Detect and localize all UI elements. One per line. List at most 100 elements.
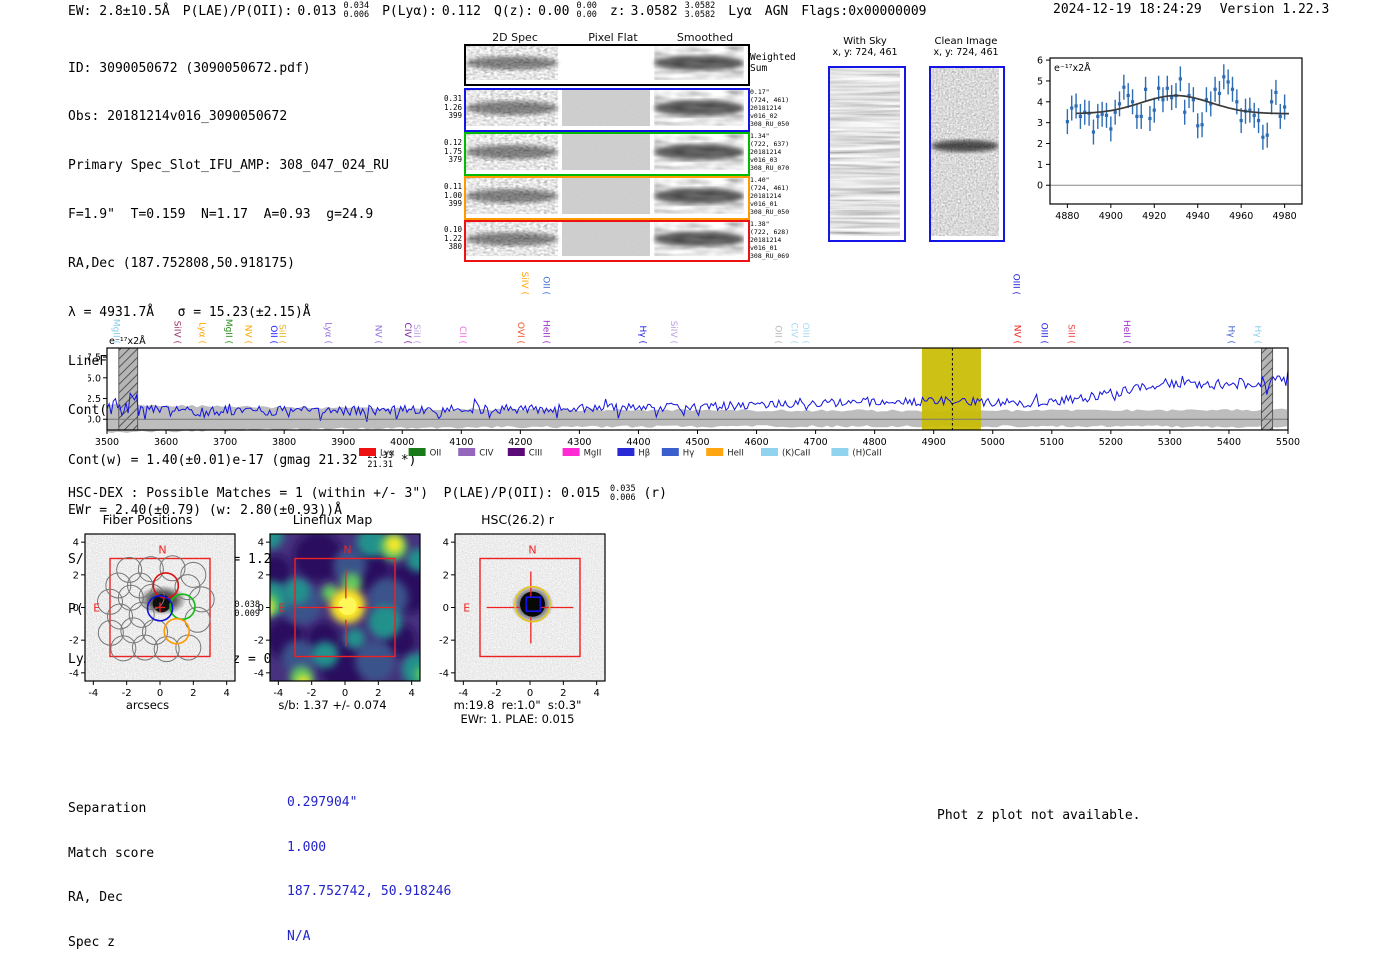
info-seeing: F=1.9" T=0.159 N=1.17 A=0.93 g=24.9 [68, 207, 374, 223]
svg-text:-4: -4 [439, 668, 449, 679]
svg-text:-2: -2 [254, 636, 264, 647]
svg-text:4400: 4400 [626, 437, 650, 448]
plae-poii-group: P(LAE)/P(OII): 0.013 0.034 0.006 [182, 1, 369, 21]
fiber1-weights: 0.31 1.26 399 [443, 94, 462, 121]
flags-value: Flags:0x00000009 [801, 3, 927, 19]
svg-text:4900: 4900 [1099, 211, 1123, 222]
svg-text:MgII: MgII [584, 449, 602, 459]
info-obs: Obs: 20181214v016_3090050672 [68, 109, 288, 125]
spec2d-row-fiber2 [464, 132, 750, 176]
svg-text:5100: 5100 [1040, 437, 1064, 448]
svg-text:4: 4 [73, 538, 79, 549]
svg-text:4100: 4100 [449, 437, 473, 448]
fiber1-annotation: 0.17" (724, 461) 20181214 v016_02 308_RU_050 [750, 88, 790, 128]
lineflux-caption: s/b: 1.37 +/- 0.074 [278, 698, 387, 712]
svg-text:4: 4 [1037, 97, 1043, 108]
svg-text:HeII: HeII [727, 449, 744, 459]
agn-flag: AGN [764, 3, 789, 19]
svg-text:5200: 5200 [1099, 437, 1123, 448]
weighted-sum-label: Weighted Sum [750, 52, 796, 74]
hsc-caption-2: EWr: 1. PLAE: 0.015 [460, 712, 575, 726]
svg-text:2: 2 [258, 570, 264, 581]
svg-text:NV (: NV ( [243, 325, 253, 344]
fiber-positions-title: Fiber Positions [102, 512, 193, 527]
svg-text:5400: 5400 [1217, 437, 1241, 448]
spec2d-row-fiber3 [464, 176, 750, 220]
svg-text:4980: 4980 [1273, 211, 1297, 222]
svg-text:e⁻¹⁷x2Å: e⁻¹⁷x2Å [1054, 62, 1091, 74]
svg-text:4800: 4800 [863, 437, 887, 448]
svg-text:Lyα: Lyα [380, 449, 395, 459]
svg-text:E: E [463, 602, 470, 615]
header-summary-line: EW: 2.8±10.5Å P(LAE)/P(OII): 0.013 0.034… [68, 1, 927, 21]
line-fit-inset-plot: 4880 4900 4920 4940 4960 4980 0 1 2 3 4 5 6 e⁻¹⁷x2Å [1037, 56, 1303, 222]
spec2d-header-smoothed: Smoothed [676, 31, 734, 44]
svg-text:Hγ (: Hγ ( [1252, 326, 1262, 344]
svg-text:OIII (: OIII ( [1010, 274, 1020, 295]
svg-text:0: 0 [1037, 181, 1043, 192]
fiber4-weights: 0.10 1.22 380 [443, 225, 462, 252]
svg-text:SiII (: SiII ( [411, 324, 421, 344]
svg-text:4600: 4600 [744, 437, 768, 448]
svg-text:6: 6 [1037, 56, 1043, 67]
svg-text:OIII (: OIII ( [1039, 323, 1049, 344]
ew-value: EW: 2.8±10.5Å [68, 3, 170, 19]
fiber-positions-plot: NE-4-4-2-2002244 [69, 533, 236, 699]
svg-text:0.0: 0.0 [88, 415, 101, 426]
fiber2-annotation: 1.34" (722, 637) 20181214 v016_03 308_RU_070 [750, 132, 790, 172]
with-sky-coords: x, y: 724, 461 [832, 47, 898, 58]
svg-text:5.0: 5.0 [88, 373, 101, 384]
svg-text:-4: -4 [69, 668, 79, 679]
svg-text:N: N [343, 544, 351, 557]
svg-text:(K)CaII: (K)CaII [782, 449, 810, 459]
with-sky-title: With Sky [843, 36, 887, 47]
clean-image-title: Clean Image [934, 36, 998, 47]
spec2d-row-fiber4 [464, 220, 750, 262]
svg-text:4920: 4920 [1142, 211, 1166, 222]
svg-text:NV (: NV ( [373, 325, 383, 344]
match-separation: 0.297904" [287, 794, 358, 810]
svg-text:CIII: CIII [529, 449, 542, 459]
svg-text:Hβ: Hβ [638, 449, 650, 459]
svg-text:3700: 3700 [213, 437, 237, 448]
svg-text:3800: 3800 [272, 437, 296, 448]
svg-text:MgII (: MgII ( [111, 319, 121, 344]
hsc-caption-1: m:19.8 re:1.0" s:0.3" [453, 698, 582, 712]
svg-text:OII (: OII ( [540, 276, 550, 295]
plae-poii-label: P(LAE)/P(OII): [182, 3, 293, 19]
svg-text:OII (: OII ( [772, 325, 782, 344]
match-score: 1.000 [287, 839, 327, 855]
qz-group: Q(z): 0.00 0.00 0.00 [494, 1, 597, 21]
fiber3-annotation: 1.40" (724, 461) 20181214 v016_01 308_RU_050 [750, 176, 790, 216]
spec2d-row-weighted [464, 44, 750, 86]
spec2d-row-fiber1 [464, 88, 750, 132]
hsc-cutout-title: HSC(26.2) r [481, 512, 554, 527]
plae-poii-value: 0.013 [297, 3, 337, 19]
svg-text:3900: 3900 [331, 437, 355, 448]
svg-text:0: 0 [73, 603, 79, 614]
svg-text:SiIV (: SiIV ( [519, 272, 529, 295]
svg-text:0: 0 [443, 603, 449, 614]
fiber2-weights: 0.12 1.75 379 [443, 138, 462, 165]
svg-text:2: 2 [443, 570, 449, 581]
svg-text:4300: 4300 [567, 437, 591, 448]
match-table-values: 0.297904" 1.000 187.752742, 50.918246 N/… [287, 766, 451, 953]
svg-text:SiIV (: SiIV ( [668, 321, 678, 344]
spec2d-header-2dspec: 2D Spec [492, 31, 538, 44]
spec2d-header-pixelflat: Pixel Flat [588, 31, 638, 44]
svg-text:Hγ: Hγ [683, 449, 694, 459]
svg-text:CII (: CII ( [457, 326, 467, 344]
fiber-xlabel: arcsecs [125, 698, 170, 712]
svg-text:OVI (: OVI ( [515, 322, 525, 344]
full-spectrum-plot: 3500 3600 3700 3800 3900 4000 4100 4200 4300 4400… [88, 272, 1300, 459]
svg-text:4: 4 [258, 538, 264, 549]
svg-text:HeII (: HeII ( [1121, 320, 1131, 344]
svg-text:4880: 4880 [1055, 211, 1079, 222]
svg-text:CIV (: CIV ( [788, 323, 798, 344]
lineflux-map-plot: NE-4-4-2-2002244 [254, 533, 421, 699]
svg-text:Hγ (: Hγ ( [1225, 326, 1235, 344]
svg-text:7.5: 7.5 [88, 353, 101, 364]
with-sky-block: With Sky x, y: 724, 461 [824, 36, 906, 58]
hsc-dex-summary: HSC-DEX : Possible Matches = 1 (within +… [68, 484, 667, 504]
svg-text:4960: 4960 [1229, 211, 1253, 222]
